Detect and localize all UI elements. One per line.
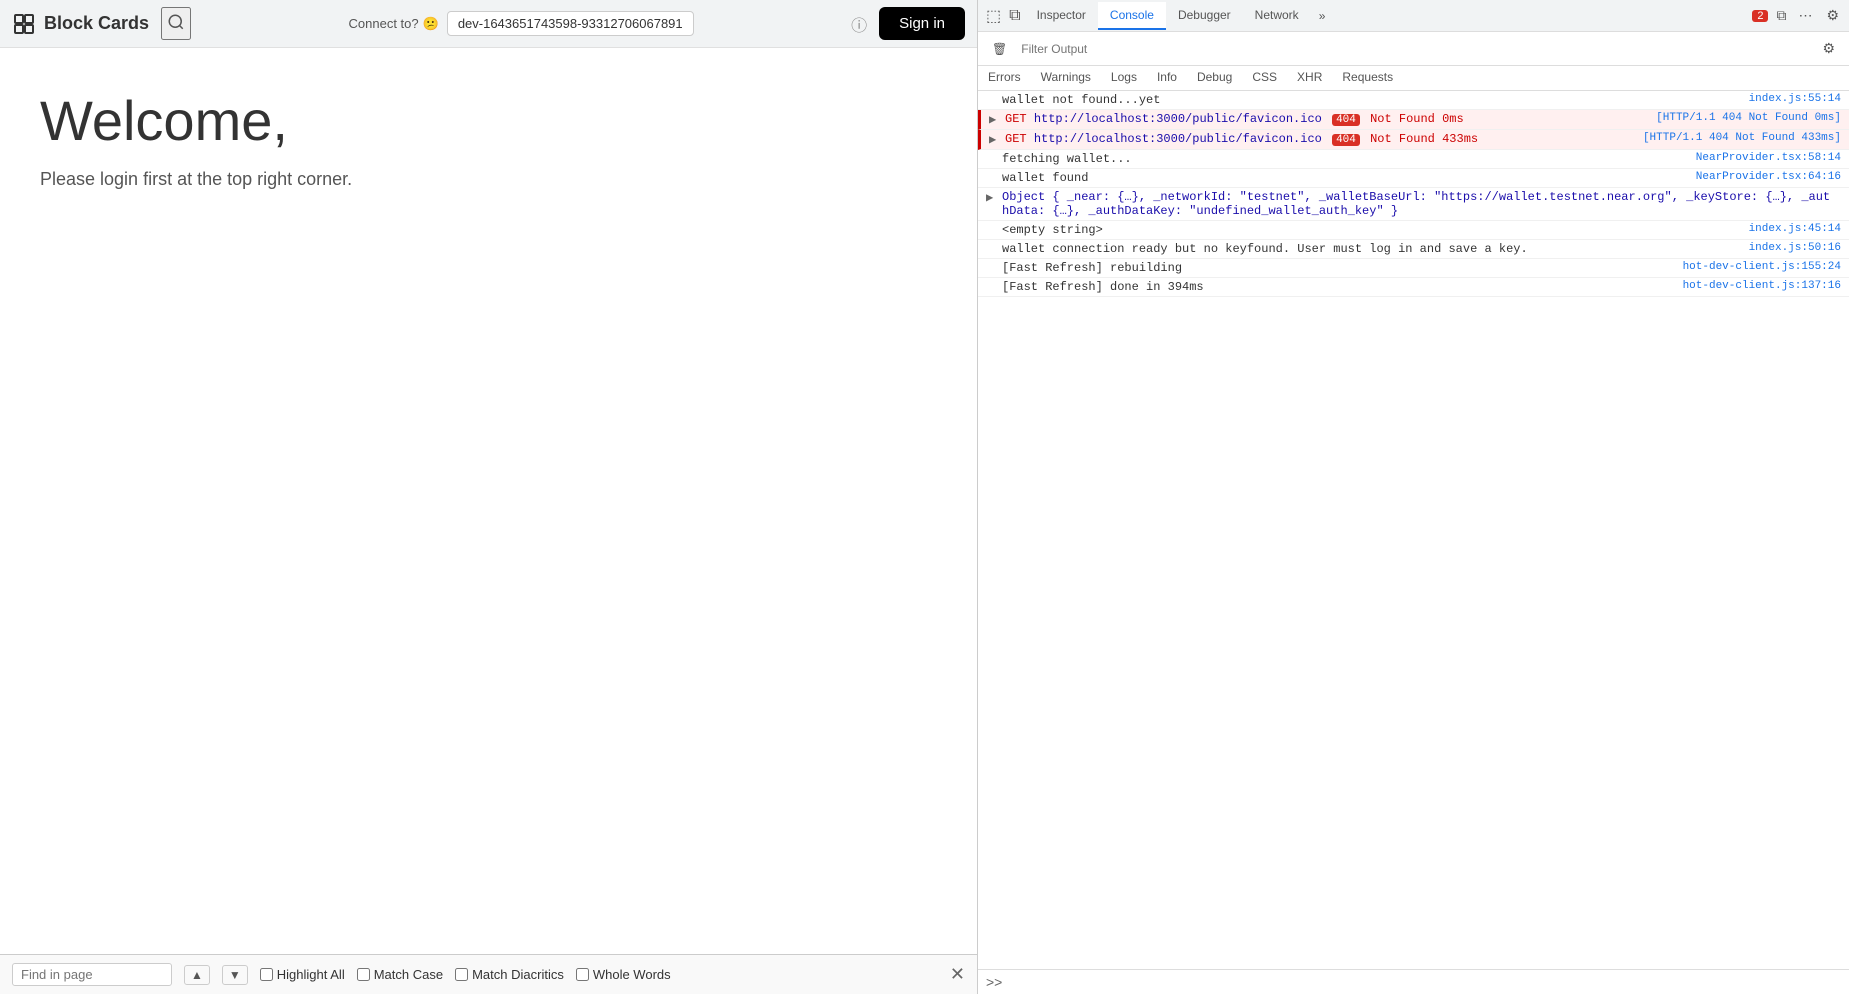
match-diacritics-checkbox[interactable]: [455, 968, 468, 981]
tab-inspector[interactable]: Inspector: [1025, 2, 1098, 30]
highlight-all-checkbox[interactable]: [260, 968, 273, 981]
url-bar: dev-1643651743598-93312706067891: [447, 11, 694, 36]
tab-debugger[interactable]: Debugger: [1166, 2, 1243, 30]
find-bar: ▲ ▼ Highlight All Match Case Match Diacr…: [0, 954, 977, 994]
tab-console[interactable]: Console: [1098, 2, 1166, 30]
console-prompt: >>: [986, 974, 1002, 990]
console-entry: wallet connection ready but no keyfound.…: [978, 240, 1849, 259]
info-icon: ⓘ: [851, 12, 867, 36]
console-filter-tabs: Errors Warnings Logs Info Debug CSS XHR …: [978, 66, 1849, 91]
console-entry: wallet not found...yet index.js:55:14: [978, 91, 1849, 110]
console-entry: fetching wallet... NearProvider.tsx:58:1…: [978, 150, 1849, 169]
devtools-settings-button[interactable]: ⚙: [1820, 3, 1845, 28]
page-content: Welcome, Please login first at the top r…: [0, 48, 977, 954]
console-entry: wallet found NearProvider.tsx:64:16: [978, 169, 1849, 188]
connect-to: Connect to? 😕: [349, 16, 439, 32]
tab-network[interactable]: Network: [1243, 2, 1311, 30]
whole-words-option[interactable]: Whole Words: [576, 967, 671, 982]
logo-area: Block Cards: [12, 12, 149, 36]
filter-input[interactable]: [1021, 42, 1808, 56]
url-area: Connect to? 😕 dev-1643651743598-93312706…: [203, 11, 839, 36]
match-case-option[interactable]: Match Case: [357, 967, 443, 982]
console-input-row: >>: [978, 969, 1849, 994]
filter-xhr[interactable]: XHR: [1287, 66, 1332, 90]
devtools-responsive-button[interactable]: ⧉: [1005, 3, 1024, 29]
app-title: Block Cards: [44, 13, 149, 34]
console-output: wallet not found...yet index.js:55:14 ▶ …: [978, 91, 1849, 969]
console-entry: ▶ GET http://localhost:3000/public/favic…: [978, 110, 1849, 130]
match-case-checkbox[interactable]: [357, 968, 370, 981]
top-bar: Block Cards Connect to? 😕 dev-1643651743…: [0, 0, 977, 48]
filter-info[interactable]: Info: [1147, 66, 1187, 90]
devtools-panel: ⬚ ⧉ Inspector Console Debugger Network »…: [977, 0, 1849, 994]
console-entry: <empty string> index.js:45:14: [978, 221, 1849, 240]
console-entry: ▶ Object { _near: {…}, _networkId: "test…: [978, 188, 1849, 221]
filter-errors[interactable]: Errors: [978, 66, 1031, 90]
search-button[interactable]: [161, 7, 191, 40]
filter-debug[interactable]: Debug: [1187, 66, 1242, 90]
filter-requests[interactable]: Requests: [1332, 66, 1403, 90]
highlight-all-option[interactable]: Highlight All: [260, 967, 345, 982]
filter-logs[interactable]: Logs: [1101, 66, 1147, 90]
devtools-icons: 2 ⧉ ⋯ ⚙: [1750, 3, 1845, 28]
welcome-title: Welcome,: [40, 88, 937, 153]
find-next-button[interactable]: ▼: [222, 965, 248, 985]
sign-in-button[interactable]: Sign in: [879, 7, 965, 40]
clear-console-button[interactable]: 🗑: [986, 38, 1013, 60]
console-entry: ▶ GET http://localhost:3000/public/favic…: [978, 130, 1849, 150]
whole-words-checkbox[interactable]: [576, 968, 589, 981]
filter-warnings[interactable]: Warnings: [1031, 66, 1101, 90]
console-settings-button[interactable]: ⚙: [1816, 36, 1841, 61]
find-input[interactable]: [12, 963, 172, 986]
console-input[interactable]: [1008, 975, 1841, 989]
error-count-badge: 2: [1752, 10, 1768, 22]
filter-css[interactable]: CSS: [1242, 66, 1287, 90]
devtools-more-button[interactable]: ⋯: [1794, 3, 1816, 28]
welcome-subtitle: Please login first at the top right corn…: [40, 169, 937, 190]
find-prev-button[interactable]: ▲: [184, 965, 210, 985]
devtools-tabs: ⬚ ⧉ Inspector Console Debugger Network »…: [978, 0, 1849, 32]
more-tabs-button[interactable]: »: [1311, 5, 1334, 27]
logo-icon: [12, 12, 36, 36]
console-entry: [Fast Refresh] rebuilding hot-dev-client…: [978, 259, 1849, 278]
devtools-toolbar: 🗑 ⚙: [978, 32, 1849, 66]
devtools-inspect-button[interactable]: ⬚: [982, 2, 1005, 30]
devtools-dock-button[interactable]: ⧉: [1772, 3, 1790, 28]
console-entry: [Fast Refresh] done in 394ms hot-dev-cli…: [978, 278, 1849, 297]
match-diacritics-option[interactable]: Match Diacritics: [455, 967, 564, 982]
find-close-button[interactable]: ✕: [950, 964, 965, 985]
browser-area: Block Cards Connect to? 😕 dev-1643651743…: [0, 0, 977, 994]
